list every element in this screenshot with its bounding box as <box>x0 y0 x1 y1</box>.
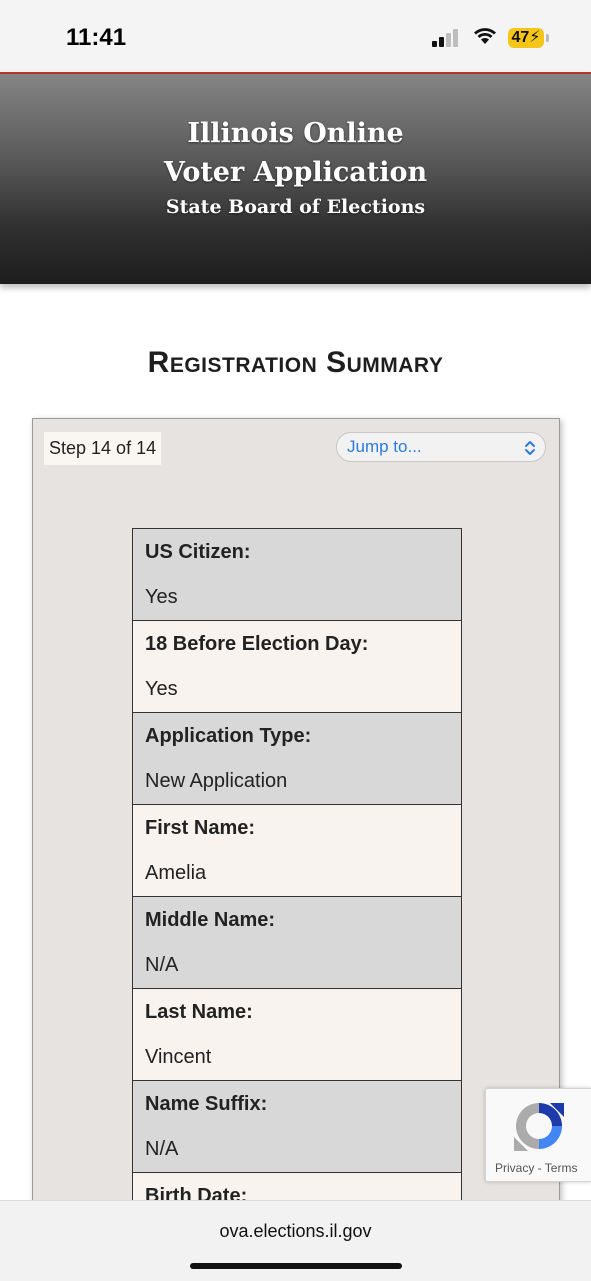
summary-row-first-name: First Name: Amelia <box>133 805 461 897</box>
row-value: Yes <box>145 678 178 700</box>
page-title: Registration Summary <box>147 346 444 379</box>
status-time: 11:41 <box>66 24 127 51</box>
summary-row-name-suffix: Name Suffix: N/A <box>133 1081 461 1173</box>
recaptcha-terms-link[interactable]: Terms <box>545 1161 578 1175</box>
wifi-icon <box>472 26 498 51</box>
recaptcha-links: Privacy - Terms <box>495 1161 577 1175</box>
recaptcha-privacy-link[interactable]: Privacy <box>495 1161 534 1175</box>
cellular-signal-icon <box>432 28 462 53</box>
row-label: 18 Before Election Day: <box>145 633 369 655</box>
select-chevron-icon <box>524 440 536 461</box>
battery-level: 47 <box>511 29 530 46</box>
row-value: N/A <box>145 1138 179 1160</box>
row-value: Yes <box>145 586 178 608</box>
recaptcha-badge[interactable]: Privacy - Terms <box>485 1088 591 1182</box>
jump-to-select[interactable]: Jump to... <box>336 432 546 462</box>
summary-row-last-name: Last Name: Vincent <box>133 989 461 1081</box>
row-label: Last Name: <box>145 1001 253 1023</box>
site-title-line2: Voter Application <box>163 157 428 188</box>
row-value: N/A <box>145 954 179 976</box>
summary-row-us-citizen: US Citizen: Yes <box>133 529 461 621</box>
row-value: Amelia <box>145 862 207 884</box>
home-indicator <box>190 1263 402 1269</box>
summary-row-18-before-election: 18 Before Election Day: Yes <box>133 621 461 713</box>
row-label: First Name: <box>145 817 256 839</box>
row-value: Vincent <box>145 1046 212 1068</box>
battery-cap <box>546 34 549 42</box>
site-subtitle: State Board of Elections <box>165 196 426 218</box>
recaptcha-logo-icon <box>510 1097 568 1160</box>
battery-icon: 47⚡ <box>508 28 544 48</box>
row-label: Middle Name: <box>145 909 276 931</box>
summary-row-application-type: Application Type: New Application <box>133 713 461 805</box>
browser-url-bar[interactable]: ova.elections.il.gov <box>0 1200 591 1281</box>
summary-table: US Citizen: Yes 18 Before Election Day: … <box>132 528 462 1265</box>
summary-panel: Step 14 of 14 Jump to... US Citizen: Yes… <box>32 418 560 1265</box>
recaptcha-separator: - <box>534 1161 545 1175</box>
status-bar: 11:41 47⚡ <box>0 0 591 72</box>
summary-row-middle-name: Middle Name: N/A <box>133 897 461 989</box>
site-title: Illinois Online Voter Application <box>0 114 591 192</box>
step-indicator: Step 14 of 14 <box>44 432 162 465</box>
row-label: Application Type: <box>145 725 312 747</box>
row-label: Name Suffix: <box>145 1093 268 1115</box>
url-text[interactable]: ova.elections.il.gov <box>0 1221 591 1242</box>
row-value: New Application <box>145 770 288 792</box>
site-title-line1: Illinois Online <box>187 118 404 149</box>
row-label: US Citizen: <box>145 541 251 563</box>
jump-to-value: Jump to... <box>347 437 422 456</box>
site-header: Illinois Online Voter Application State … <box>0 72 591 284</box>
